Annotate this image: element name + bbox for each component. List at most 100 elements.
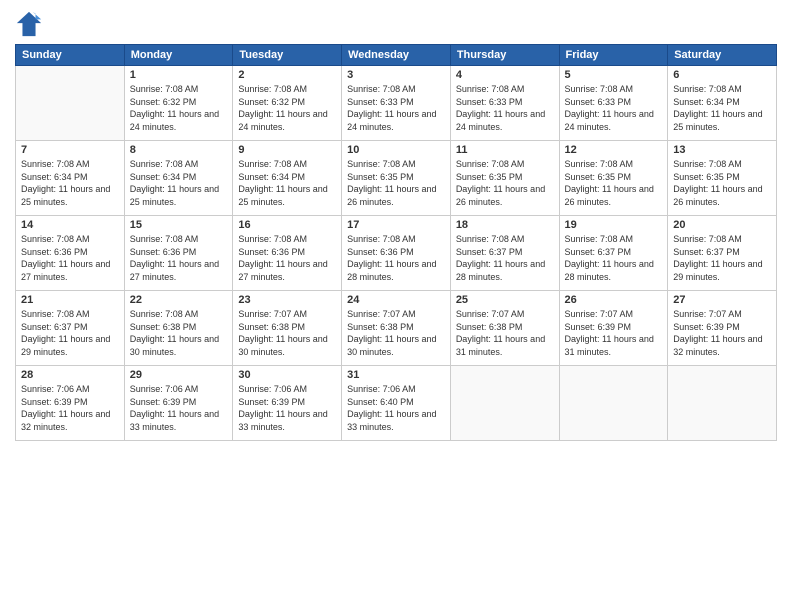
day-detail: Sunrise: 7:08 AM Sunset: 6:35 PM Dayligh… [456, 158, 554, 208]
calendar-header-thursday: Thursday [450, 45, 559, 66]
calendar-week-3: 14 Sunrise: 7:08 AM Sunset: 6:36 PM Dayli… [16, 216, 777, 291]
calendar-cell: 23 Sunrise: 7:07 AM Sunset: 6:38 PM Dayli… [233, 291, 342, 366]
day-detail: Sunrise: 7:08 AM Sunset: 6:36 PM Dayligh… [21, 233, 119, 283]
day-number: 14 [21, 219, 119, 231]
calendar-cell: 27 Sunrise: 7:07 AM Sunset: 6:39 PM Dayli… [668, 291, 777, 366]
day-detail: Sunrise: 7:08 AM Sunset: 6:37 PM Dayligh… [456, 233, 554, 283]
day-number: 23 [238, 294, 336, 306]
day-number: 8 [130, 144, 228, 156]
day-detail: Sunrise: 7:08 AM Sunset: 6:36 PM Dayligh… [347, 233, 445, 283]
day-number: 27 [673, 294, 771, 306]
page: SundayMondayTuesdayWednesdayThursdayFrid… [0, 0, 792, 612]
calendar-header-tuesday: Tuesday [233, 45, 342, 66]
day-detail: Sunrise: 7:08 AM Sunset: 6:33 PM Dayligh… [565, 83, 663, 133]
day-detail: Sunrise: 7:08 AM Sunset: 6:33 PM Dayligh… [347, 83, 445, 133]
day-number: 18 [456, 219, 554, 231]
calendar-header-saturday: Saturday [668, 45, 777, 66]
header [15, 10, 777, 38]
day-number: 4 [456, 69, 554, 81]
day-number: 19 [565, 219, 663, 231]
day-detail: Sunrise: 7:08 AM Sunset: 6:32 PM Dayligh… [130, 83, 228, 133]
day-number: 31 [347, 369, 445, 381]
calendar-cell: 20 Sunrise: 7:08 AM Sunset: 6:37 PM Dayli… [668, 216, 777, 291]
calendar-cell: 7Sunrise: 7:08 AM Sunset: 6:34 PM Daylig… [16, 141, 125, 216]
day-detail: Sunrise: 7:07 AM Sunset: 6:38 PM Dayligh… [456, 308, 554, 358]
day-detail: Sunrise: 7:08 AM Sunset: 6:33 PM Dayligh… [456, 83, 554, 133]
day-number: 2 [238, 69, 336, 81]
day-number: 11 [456, 144, 554, 156]
calendar-header-sunday: Sunday [16, 45, 125, 66]
calendar-week-1: 1Sunrise: 7:08 AM Sunset: 6:32 PM Daylig… [16, 66, 777, 141]
calendar-cell: 1Sunrise: 7:08 AM Sunset: 6:32 PM Daylig… [124, 66, 233, 141]
calendar-cell: 10 Sunrise: 7:08 AM Sunset: 6:35 PM Dayli… [342, 141, 451, 216]
calendar-header-friday: Friday [559, 45, 668, 66]
calendar-cell: 26Sunrise: 7:07 AM Sunset: 6:39 PM Dayli… [559, 291, 668, 366]
calendar-cell: 16 Sunrise: 7:08 AM Sunset: 6:36 PM Dayli… [233, 216, 342, 291]
calendar-cell: 22 Sunrise: 7:08 AM Sunset: 6:38 PM Dayli… [124, 291, 233, 366]
calendar-week-2: 7Sunrise: 7:08 AM Sunset: 6:34 PM Daylig… [16, 141, 777, 216]
day-detail: Sunrise: 7:08 AM Sunset: 6:34 PM Dayligh… [238, 158, 336, 208]
calendar-cell: 15 Sunrise: 7:08 AM Sunset: 6:36 PM Dayli… [124, 216, 233, 291]
logo-icon [15, 10, 43, 38]
day-detail: Sunrise: 7:08 AM Sunset: 6:37 PM Dayligh… [673, 233, 771, 283]
calendar-header-wednesday: Wednesday [342, 45, 451, 66]
day-detail: Sunrise: 7:08 AM Sunset: 6:34 PM Dayligh… [130, 158, 228, 208]
calendar-cell: 25 Sunrise: 7:07 AM Sunset: 6:38 PM Dayli… [450, 291, 559, 366]
day-detail: Sunrise: 7:08 AM Sunset: 6:35 PM Dayligh… [565, 158, 663, 208]
day-detail: Sunrise: 7:08 AM Sunset: 6:38 PM Dayligh… [130, 308, 228, 358]
day-detail: Sunrise: 7:08 AM Sunset: 6:34 PM Dayligh… [673, 83, 771, 133]
day-number: 24 [347, 294, 445, 306]
day-number: 13 [673, 144, 771, 156]
day-detail: Sunrise: 7:08 AM Sunset: 6:35 PM Dayligh… [673, 158, 771, 208]
calendar-cell: 29Sunrise: 7:06 AM Sunset: 6:39 PM Dayli… [124, 366, 233, 441]
day-number: 16 [238, 219, 336, 231]
day-number: 5 [565, 69, 663, 81]
calendar-cell: 2 Sunrise: 7:08 AM Sunset: 6:32 PM Daylig… [233, 66, 342, 141]
calendar-cell: 30 Sunrise: 7:06 AM Sunset: 6:39 PM Dayli… [233, 366, 342, 441]
calendar-header-monday: Monday [124, 45, 233, 66]
calendar-cell [668, 366, 777, 441]
day-detail: Sunrise: 7:08 AM Sunset: 6:36 PM Dayligh… [238, 233, 336, 283]
day-number: 20 [673, 219, 771, 231]
day-detail: Sunrise: 7:08 AM Sunset: 6:35 PM Dayligh… [347, 158, 445, 208]
calendar-cell: 5 Sunrise: 7:08 AM Sunset: 6:33 PM Daylig… [559, 66, 668, 141]
calendar-cell: 31Sunrise: 7:06 AM Sunset: 6:40 PM Dayli… [342, 366, 451, 441]
day-number: 25 [456, 294, 554, 306]
day-number: 26 [565, 294, 663, 306]
calendar-cell: 4 Sunrise: 7:08 AM Sunset: 6:33 PM Daylig… [450, 66, 559, 141]
day-number: 6 [673, 69, 771, 81]
day-number: 10 [347, 144, 445, 156]
calendar-cell: 14 Sunrise: 7:08 AM Sunset: 6:36 PM Dayli… [16, 216, 125, 291]
day-number: 12 [565, 144, 663, 156]
calendar-cell: 18 Sunrise: 7:08 AM Sunset: 6:37 PM Dayli… [450, 216, 559, 291]
day-number: 28 [21, 369, 119, 381]
day-detail: Sunrise: 7:07 AM Sunset: 6:38 PM Dayligh… [347, 308, 445, 358]
day-number: 30 [238, 369, 336, 381]
day-detail: Sunrise: 7:08 AM Sunset: 6:34 PM Dayligh… [21, 158, 119, 208]
calendar-cell: 28Sunrise: 7:06 AM Sunset: 6:39 PM Dayli… [16, 366, 125, 441]
day-detail: Sunrise: 7:07 AM Sunset: 6:39 PM Dayligh… [673, 308, 771, 358]
calendar-cell: 11 Sunrise: 7:08 AM Sunset: 6:35 PM Dayli… [450, 141, 559, 216]
day-number: 15 [130, 219, 228, 231]
calendar-cell [16, 66, 125, 141]
logo [15, 10, 47, 38]
day-number: 17 [347, 219, 445, 231]
calendar-week-5: 28 Sunrise: 7:06 AM Sunset: 6:39 PM Dayli… [16, 366, 777, 441]
day-detail: Sunrise: 7:06 AM Sunset: 6:39 PM Dayligh… [130, 383, 228, 433]
day-number: 3 [347, 69, 445, 81]
calendar-cell: 17 Sunrise: 7:08 AM Sunset: 6:36 PM Dayli… [342, 216, 451, 291]
calendar-cell [559, 366, 668, 441]
day-detail: Sunrise: 7:06 AM Sunset: 6:39 PM Dayligh… [238, 383, 336, 433]
day-detail: Sunrise: 7:07 AM Sunset: 6:38 PM Dayligh… [238, 308, 336, 358]
day-number: 9 [238, 144, 336, 156]
day-number: 22 [130, 294, 228, 306]
calendar-cell [450, 366, 559, 441]
day-detail: Sunrise: 7:08 AM Sunset: 6:36 PM Dayligh… [130, 233, 228, 283]
day-number: 21 [21, 294, 119, 306]
calendar-cell: 3 Sunrise: 7:08 AM Sunset: 6:33 PM Daylig… [342, 66, 451, 141]
calendar-cell: 9 Sunrise: 7:08 AM Sunset: 6:34 PM Daylig… [233, 141, 342, 216]
calendar-cell: 21Sunrise: 7:08 AM Sunset: 6:37 PM Dayli… [16, 291, 125, 366]
day-detail: Sunrise: 7:08 AM Sunset: 6:32 PM Dayligh… [238, 83, 336, 133]
calendar-cell: 8 Sunrise: 7:08 AM Sunset: 6:34 PM Daylig… [124, 141, 233, 216]
calendar-cell: 13 Sunrise: 7:08 AM Sunset: 6:35 PM Dayli… [668, 141, 777, 216]
